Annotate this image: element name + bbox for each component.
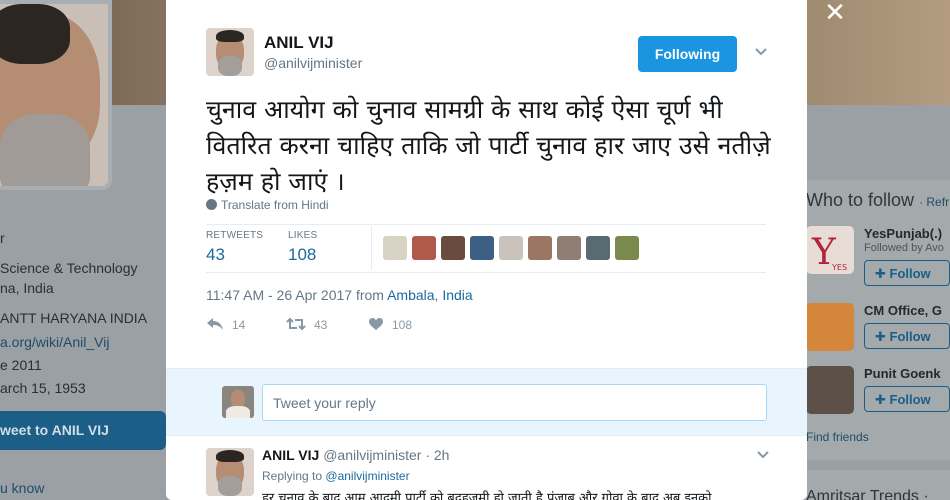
globe-icon	[206, 199, 217, 210]
reply-composer: Tweet your reply	[166, 368, 807, 436]
who-to-follow-item: Y YES YesPunjab(.) Followed by Avo ✚ Foll…	[806, 226, 950, 306]
likes-label: LIKES	[288, 230, 318, 241]
add-user-icon: ✚	[875, 329, 890, 344]
bio-line: r	[0, 230, 5, 246]
like-button[interactable]: 108	[368, 317, 412, 335]
current-user-avatar	[222, 386, 254, 418]
avatar: Y YES	[806, 226, 854, 274]
replying-to: Replying to @anilvijminister	[262, 469, 410, 483]
author-name[interactable]: ANIL VIJ	[264, 33, 334, 53]
tweet-text: चुनाव आयोग को चुनाव सामग्री के साथ कोई ऐ…	[206, 95, 771, 196]
avatar	[806, 303, 854, 351]
follow-suggestion-context: Followed by Avo	[864, 242, 944, 254]
replying-to-link[interactable]: @anilvijminister	[325, 469, 409, 483]
reply-tweet-text: हर चुनाव के बाद आम आदमी पार्टी को बदहज़म…	[262, 491, 712, 500]
follow-suggestion-name[interactable]: CM Office, G	[864, 303, 942, 318]
retweets-label: RETWEETS	[206, 230, 264, 241]
follow-button[interactable]: ✚ Follow	[864, 323, 950, 349]
bio-line: ANTT HARYANA INDIA	[0, 310, 148, 326]
retweets-stat[interactable]: RETWEETS 43	[206, 230, 263, 265]
reply-time[interactable]: · 2h	[425, 447, 449, 463]
liker-avatar[interactable]	[586, 236, 610, 260]
location-city-link[interactable]: Ambala	[387, 287, 434, 303]
follow-button[interactable]: ✚ Follow	[864, 260, 950, 286]
liker-avatar[interactable]	[441, 236, 465, 260]
reply-author-handle[interactable]: @anilvijminister	[323, 447, 421, 463]
tweet-to-button[interactable]: weet to ANIL VIJ	[0, 411, 166, 450]
translate-link[interactable]: Translate from Hindi	[206, 198, 329, 212]
who-to-follow-item: CM Office, G ✚ Follow	[806, 303, 950, 363]
bio-link[interactable]: a.org/wiki/Anil_Vij	[0, 334, 109, 350]
avatar	[806, 366, 854, 414]
liker-avatar[interactable]	[557, 236, 581, 260]
liker-avatar[interactable]	[412, 236, 436, 260]
who-to-follow-item: Punit Goenk ✚ Follow	[806, 366, 950, 426]
add-user-icon: ✚	[875, 266, 890, 281]
liker-avatar[interactable]	[499, 236, 523, 260]
profile-avatar	[0, 0, 112, 190]
trends-title: Amritsar Trends ·	[806, 488, 929, 500]
refresh-link[interactable]: · Refr	[919, 195, 949, 209]
follow-suggestion-name[interactable]: YesPunjab(.)	[864, 226, 942, 241]
following-button[interactable]: Following	[638, 36, 737, 72]
follow-button[interactable]: ✚ Follow	[864, 386, 950, 412]
reply-header: ANIL VIJ @anilvijminister · 2h	[262, 447, 449, 463]
follow-suggestion-name[interactable]: Punit Goenk	[864, 366, 941, 381]
add-user-icon: ✚	[875, 392, 890, 407]
bio-line: arch 15, 1953	[0, 380, 86, 396]
bio-line: e 2011	[0, 357, 42, 373]
reply-input[interactable]: Tweet your reply	[262, 384, 767, 421]
location-country-link[interactable]: India	[442, 287, 472, 303]
bio-line: Science & Technology	[0, 260, 138, 276]
retweet-icon	[286, 317, 306, 335]
reply-icon	[206, 317, 224, 335]
chevron-down-icon[interactable]	[756, 447, 770, 464]
chevron-down-icon[interactable]	[754, 44, 768, 58]
divider	[206, 272, 766, 273]
retweets-count: 43	[206, 245, 225, 264]
likes-count: 108	[288, 245, 317, 264]
heart-icon	[368, 317, 384, 335]
author-handle[interactable]: @anilvijminister	[264, 55, 362, 71]
liker-avatar[interactable]	[615, 236, 639, 260]
tweet-modal: ANIL VIJ @anilvijminister Following चुना…	[166, 0, 807, 500]
people-you-know-link[interactable]: u know	[0, 480, 44, 496]
retweet-button[interactable]: 43	[286, 317, 327, 335]
reply-author-name[interactable]: ANIL VIJ	[262, 447, 319, 463]
likes-stat[interactable]: LIKES 108	[288, 230, 317, 265]
liker-avatar[interactable]	[383, 236, 407, 260]
divider	[371, 226, 372, 270]
reply-author-avatar[interactable]	[206, 448, 254, 496]
find-friends-link[interactable]: Find friends	[806, 430, 869, 444]
author-avatar[interactable]	[206, 28, 254, 76]
bio-line: na, India	[0, 280, 54, 296]
tweet-timestamp: 11:47 AM - 26 Apr 2017 from Ambala, Indi…	[206, 287, 473, 303]
liker-avatar[interactable]	[470, 236, 494, 260]
divider	[206, 224, 766, 225]
svg-text:YES: YES	[831, 263, 847, 272]
reply-button[interactable]: 14	[206, 317, 245, 335]
liker-avatar[interactable]	[528, 236, 552, 260]
close-icon[interactable]: ✕	[822, 0, 848, 26]
who-to-follow-title: Who to follow · Refr	[806, 190, 950, 210]
